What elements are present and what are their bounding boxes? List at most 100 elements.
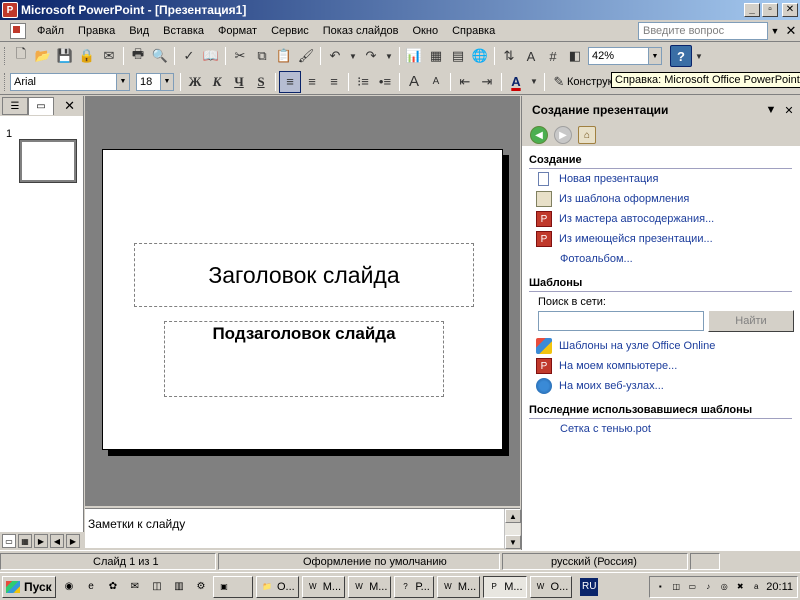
increase-indent-icon[interactable]: ⇥ [476,71,498,93]
decrease-font-button[interactable]: A [425,71,447,93]
taskbar-button-word1[interactable]: W М... [301,575,346,598]
cut-icon[interactable]: ✂ [229,45,251,67]
undo-dropdown-icon[interactable]: ▼ [346,45,360,67]
show-grid-icon[interactable]: # [542,45,564,67]
bold-button[interactable]: Ж [184,71,206,93]
tables-borders-icon[interactable]: ▤ [447,45,469,67]
numbering-icon[interactable]: ⁝≡ [352,71,374,93]
align-left-icon[interactable]: ≡ [279,70,301,93]
forward-arrow-icon[interactable]: ▶ [554,126,572,144]
font-size-select[interactable]: 18 ▼ [136,72,174,91]
permission-icon[interactable]: 🔒 [76,45,98,67]
task-pane-dropdown-icon[interactable]: ▼ [764,104,778,116]
close-window-button[interactable]: ✕ [782,3,798,17]
link-from-design-template[interactable]: Из шаблона оформления [522,189,800,209]
email-icon[interactable]: ✉ [98,45,120,67]
tray-monitor-icon[interactable]: ▭ [686,581,698,593]
link-my-websites[interactable]: На моих веб-узлах... [522,376,800,396]
tray-antivirus-icon[interactable]: ◎ [718,581,730,593]
link-my-computer[interactable]: P На моем компьютере... [522,356,800,376]
taskbar-button-word4[interactable]: W О... [529,575,573,598]
new-document-icon[interactable]: 🗋 [10,45,32,67]
italic-button[interactable]: К [206,71,228,93]
powerpoint-app-icon[interactable]: P [2,2,18,18]
clock[interactable]: 20:11 [766,581,793,593]
tray-speaker-icon[interactable]: ♪ [702,581,714,593]
taskbar-button-folder[interactable]: 📁 О... [256,575,299,598]
open-folder-icon[interactable]: 📂 [32,45,54,67]
quicklaunch-books-icon[interactable]: ▥ [170,578,188,596]
print-icon[interactable]: 🖶 [127,45,149,67]
menu-tools[interactable]: Сервис [264,25,316,37]
normal-view-icon[interactable]: ▭ [2,534,16,548]
insert-chart-icon[interactable]: 📊 [403,45,425,67]
close-document-button[interactable]: ✕ [782,23,800,39]
design-button[interactable]: ✎ Конструк [548,71,613,93]
link-existing-presentation[interactable]: P Из имеющейся презентации... [522,229,800,249]
taskbar-app-icon-button[interactable]: ▣ [213,575,253,598]
taskbar-button-word3[interactable]: W М... [436,575,481,598]
show-formatting-icon[interactable]: A [520,45,542,67]
underline-button[interactable]: Ч [228,71,250,93]
undo-icon[interactable]: ↶ [324,45,346,67]
menu-edit[interactable]: Правка [71,25,122,37]
color-grayscale-icon[interactable]: ◧ [564,45,586,67]
quicklaunch-media-icon[interactable]: ◉ [60,578,78,596]
shadow-button[interactable]: S [250,71,272,93]
document-icon[interactable] [10,22,26,39]
zoom-select[interactable]: 42% ▼ [588,47,662,65]
title-placeholder[interactable]: Заголовок слайда [134,243,474,307]
align-center-icon[interactable]: ≡ [301,71,323,93]
copy-icon[interactable]: ⧉ [251,45,273,67]
decrease-indent-icon[interactable]: ⇤ [454,71,476,93]
research-icon[interactable]: 📖 [200,45,222,67]
tray-tool-icon[interactable]: ✖ [734,581,746,593]
paste-icon[interactable]: 📋 [273,45,295,67]
subtitle-placeholder[interactable]: Подзаголовок слайда [164,321,444,397]
close-pane-button[interactable]: ✕ [64,98,75,114]
menu-insert[interactable]: Вставка [156,25,211,37]
toolbar-options-icon[interactable]: ▼ [692,45,706,67]
quicklaunch-ie-icon[interactable]: e [82,578,100,596]
slide-canvas[interactable]: Заголовок слайда Подзаголовок слайда [102,149,503,450]
scroll-down-icon[interactable]: ▼ [505,535,521,549]
menu-format[interactable]: Формат [211,25,264,37]
restore-button[interactable]: ▫ [762,3,778,17]
bullets-icon[interactable]: •≡ [374,71,396,93]
spelling-icon[interactable]: ✓ [178,45,200,67]
link-new-presentation[interactable]: Новая презентация [522,169,800,189]
tray-avast-icon[interactable]: a [750,581,762,593]
scroll-up-icon[interactable]: ▲ [505,509,521,523]
chevron-down-icon[interactable]: ▼ [116,73,129,90]
scroll-right-icon[interactable]: ▶ [66,534,80,548]
help-question-input[interactable]: Введите вопрос [638,21,768,40]
quicklaunch-office-icon[interactable]: ◫ [148,578,166,596]
toolbar-grip[interactable] [4,72,7,91]
chevron-down-icon[interactable]: ▼ [648,48,661,64]
format-painter-icon[interactable]: 🖌 [295,45,317,67]
help-icon[interactable]: ? [670,45,692,67]
quicklaunch-icq-icon[interactable]: ✿ [104,578,122,596]
chevron-down-icon[interactable]: ▼ [160,73,173,90]
language-indicator[interactable]: RU [580,577,599,596]
menu-help[interactable]: Справка [445,25,502,37]
notes-pane[interactable]: Заметки к слайду ▲ ▼ [85,508,521,549]
slideshow-view-icon[interactable]: ▶ [34,534,48,548]
tray-network-icon[interactable]: ◫ [670,581,682,593]
slide-sorter-view-icon[interactable]: ▦ [18,534,32,548]
expand-all-icon[interactable]: ⇅ [498,45,520,67]
help-dropdown-arrow[interactable]: ▼ [768,26,782,36]
menu-window[interactable]: Окно [406,25,446,37]
notes-placeholder[interactable]: Заметки к слайду [88,517,185,531]
quicklaunch-tool-icon[interactable]: ⚙ [192,578,210,596]
insert-hyperlink-icon[interactable]: 🌐 [469,45,491,67]
template-search-input[interactable] [538,311,704,331]
align-right-icon[interactable]: ≡ [323,71,345,93]
outline-tab-icon[interactable]: ☰ [2,97,28,115]
scroll-left-icon[interactable]: ◀ [50,534,64,548]
taskbar-button-word2[interactable]: W М... [348,575,392,598]
minimize-button[interactable]: _ [744,3,760,17]
slide-thumbnail[interactable] [19,139,77,183]
search-go-button[interactable]: Найти [708,310,794,332]
link-recent-template[interactable]: Сетка с тенью.pot [522,419,800,439]
